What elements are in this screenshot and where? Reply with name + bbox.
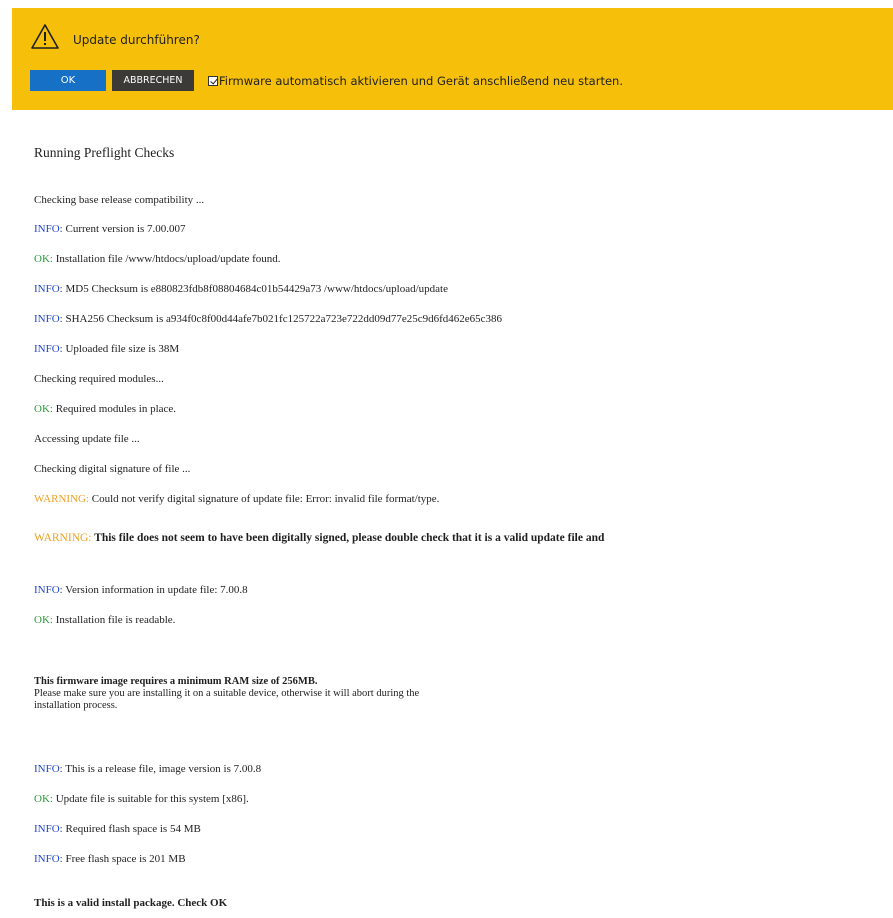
ok-button[interactable]: OK [30,70,106,91]
log-line: WARNING: Could not verify digital signat… [34,493,440,505]
auto-activate-label: Firmware automatisch aktivieren und Gerä… [219,73,623,88]
ram-notice-headline: This firmware image requires a minimum R… [34,676,318,687]
update-confirm-banner: Update durchführen? OK ABBRECHEN Firmwar… [12,8,893,110]
log-line: Accessing update file ... [34,433,140,445]
warning-tag: WARNING: [34,532,92,544]
ok-tag: OK: [34,253,53,265]
log-line: INFO: SHA256 Checksum is a934f0c8f00d44a… [34,313,503,325]
info-tag: INFO: [34,823,63,835]
ram-notice-line: Please make sure you are installing it o… [34,688,420,699]
info-tag: INFO: [34,283,63,295]
log-line: OK: Installation file /www/htdocs/upload… [34,253,281,265]
info-tag: INFO: [34,763,63,775]
log-line: WARNING: This file does not seem to have… [34,532,605,544]
log-line: INFO: This is a release file, image vers… [34,763,262,775]
log-line: OK: Update file is suitable for this sys… [34,793,249,805]
info-tag: INFO: [34,313,63,325]
warning-triangle-icon [31,24,59,49]
cancel-button[interactable]: ABBRECHEN [112,70,194,91]
ok-tag: OK: [34,403,53,415]
ok-tag: OK: [34,614,53,626]
warning-tag: WARNING: [34,493,89,505]
log-line: INFO: Version information in update file… [34,584,248,596]
info-tag: INFO: [34,223,63,235]
auto-activate-option[interactable]: Firmware automatisch aktivieren und Gerä… [208,70,623,91]
info-tag: INFO: [34,584,63,596]
log-line: Checking required modules... [34,373,164,385]
ok-tag: OK: [34,793,53,805]
info-tag: INFO: [34,853,63,865]
auto-activate-checkbox[interactable] [208,75,218,86]
log-line: Checking base release compatibility ... [34,194,205,206]
log-line: OK: Installation file is readable. [34,614,176,626]
log-line: INFO: Free flash space is 201 MB [34,853,186,865]
dialog-title: Update durchführen? [73,33,200,47]
log-heading: Running Preflight Checks [34,145,175,160]
log-line: INFO: Uploaded file size is 38M [34,343,180,355]
ram-notice: This firmware image requires a minimum R… [34,676,419,712]
check-result: This is a valid install package. Check O… [34,897,228,909]
log-line: INFO: Required flash space is 54 MB [34,823,201,835]
log-line: Checking digital signature of file ... [34,463,191,475]
log-line: INFO: Current version is 7.00.007 [34,223,186,235]
ram-notice-line: installation process. [34,700,118,711]
log-line: OK: Required modules in place. [34,403,177,415]
info-tag: INFO: [34,343,63,355]
log-line: INFO: MD5 Checksum is e880823fdb8f088046… [34,283,448,295]
